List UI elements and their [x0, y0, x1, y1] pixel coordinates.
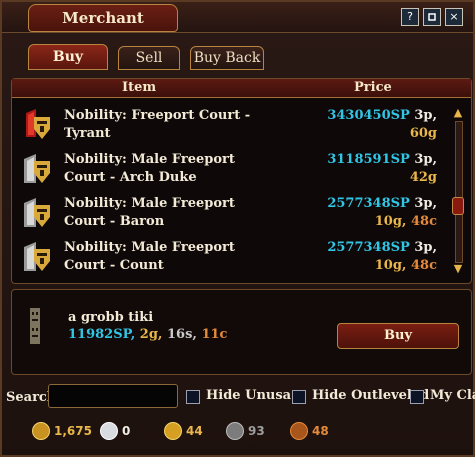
copper-coins: 48	[290, 422, 329, 440]
item-list: Item Price Nobility: Freeport Court - Ty…	[11, 78, 472, 284]
grey-winged-mask-icon	[24, 242, 50, 271]
item-name: Nobility: Freeport Court - Tyrant	[64, 108, 251, 141]
silver-coins: 93	[226, 422, 265, 440]
selected-item-price: 11982SP, 2g, 16s, 11c	[68, 327, 228, 342]
item-price: 3430450SP 3p, 60g	[327, 108, 437, 141]
grey-winged-mask-icon	[24, 154, 50, 183]
list-item[interactable]: Nobility: Male Freeport Court - Arch Duk…	[16, 147, 441, 191]
list-item[interactable]: Nobility: Freeport Court - Tyrant 343045…	[16, 103, 441, 147]
my-class-checkbox[interactable]	[410, 390, 424, 404]
tab-buy[interactable]: Buy	[28, 44, 108, 70]
scroll-down-icon[interactable]: ▼	[452, 263, 464, 275]
item-price: 2577348SP 3p, 10g, 48c	[327, 196, 437, 229]
restore-icon[interactable]	[423, 8, 441, 26]
help-icon[interactable]: ?	[401, 8, 419, 26]
scroll-track[interactable]	[455, 121, 463, 263]
status-points: 1,675	[32, 422, 92, 440]
item-price: 2577348SP 3p, 10g, 48c	[327, 240, 437, 273]
window-controls: ? ×	[401, 8, 463, 26]
search-input[interactable]	[48, 384, 178, 408]
silver-coin-icon	[226, 422, 244, 440]
platinum-coins: 0	[100, 422, 130, 440]
merchant-window: Merchant ? × Buy Sell Buy Back Item Pric…	[0, 0, 475, 457]
red-winged-mask-icon	[26, 109, 50, 139]
list-item[interactable]: Nobility: Male Freeport Court - Baron 25…	[16, 191, 441, 235]
my-class-label[interactable]: My Cla	[430, 388, 475, 403]
list-item[interactable]: Nobility: Male Freeport Court - Count 25…	[16, 235, 441, 279]
tiki-totem-icon	[30, 308, 40, 344]
currency-bar: 1,675 0 44 93 48	[2, 416, 473, 446]
scroll-up-icon[interactable]: ▲	[452, 107, 464, 119]
buy-button[interactable]: Buy	[337, 323, 459, 349]
gold-coin-icon	[164, 422, 182, 440]
grey-winged-mask-icon	[24, 198, 50, 227]
column-header-item[interactable]: Item	[122, 79, 156, 97]
platinum-coin-icon	[100, 422, 118, 440]
close-icon[interactable]: ×	[445, 8, 463, 26]
item-name: Nobility: Male Freeport Court - Arch Duk…	[64, 152, 235, 185]
copper-coin-icon	[290, 422, 308, 440]
gold-coins: 44	[164, 422, 203, 440]
hide-outleveled-checkbox[interactable]	[292, 390, 306, 404]
status-points-icon	[32, 422, 50, 440]
list-header: Item Price	[12, 79, 471, 98]
scroll-thumb[interactable]	[452, 197, 464, 215]
item-name: Nobility: Male Freeport Court - Baron	[64, 196, 235, 229]
tab-buy-back[interactable]: Buy Back	[190, 46, 264, 70]
window-title: Merchant	[28, 4, 178, 32]
selected-item-name: a grobb tiki	[68, 310, 154, 325]
hide-unusable-checkbox[interactable]	[186, 390, 200, 404]
list-scrollbar[interactable]: ▲ ▼	[452, 107, 464, 275]
item-name: Nobility: Male Freeport Court - Count	[64, 240, 235, 273]
hide-unusable-label[interactable]: Hide Unusa...	[206, 388, 305, 403]
title-bar[interactable]: Merchant ? ×	[2, 2, 473, 33]
tab-sell[interactable]: Sell	[118, 46, 180, 70]
selected-item-panel: a grobb tiki 11982SP, 2g, 16s, 11c Buy	[11, 289, 472, 375]
column-header-price[interactable]: Price	[354, 79, 392, 97]
item-price: 3118591SP 3p, 42g	[327, 152, 437, 185]
